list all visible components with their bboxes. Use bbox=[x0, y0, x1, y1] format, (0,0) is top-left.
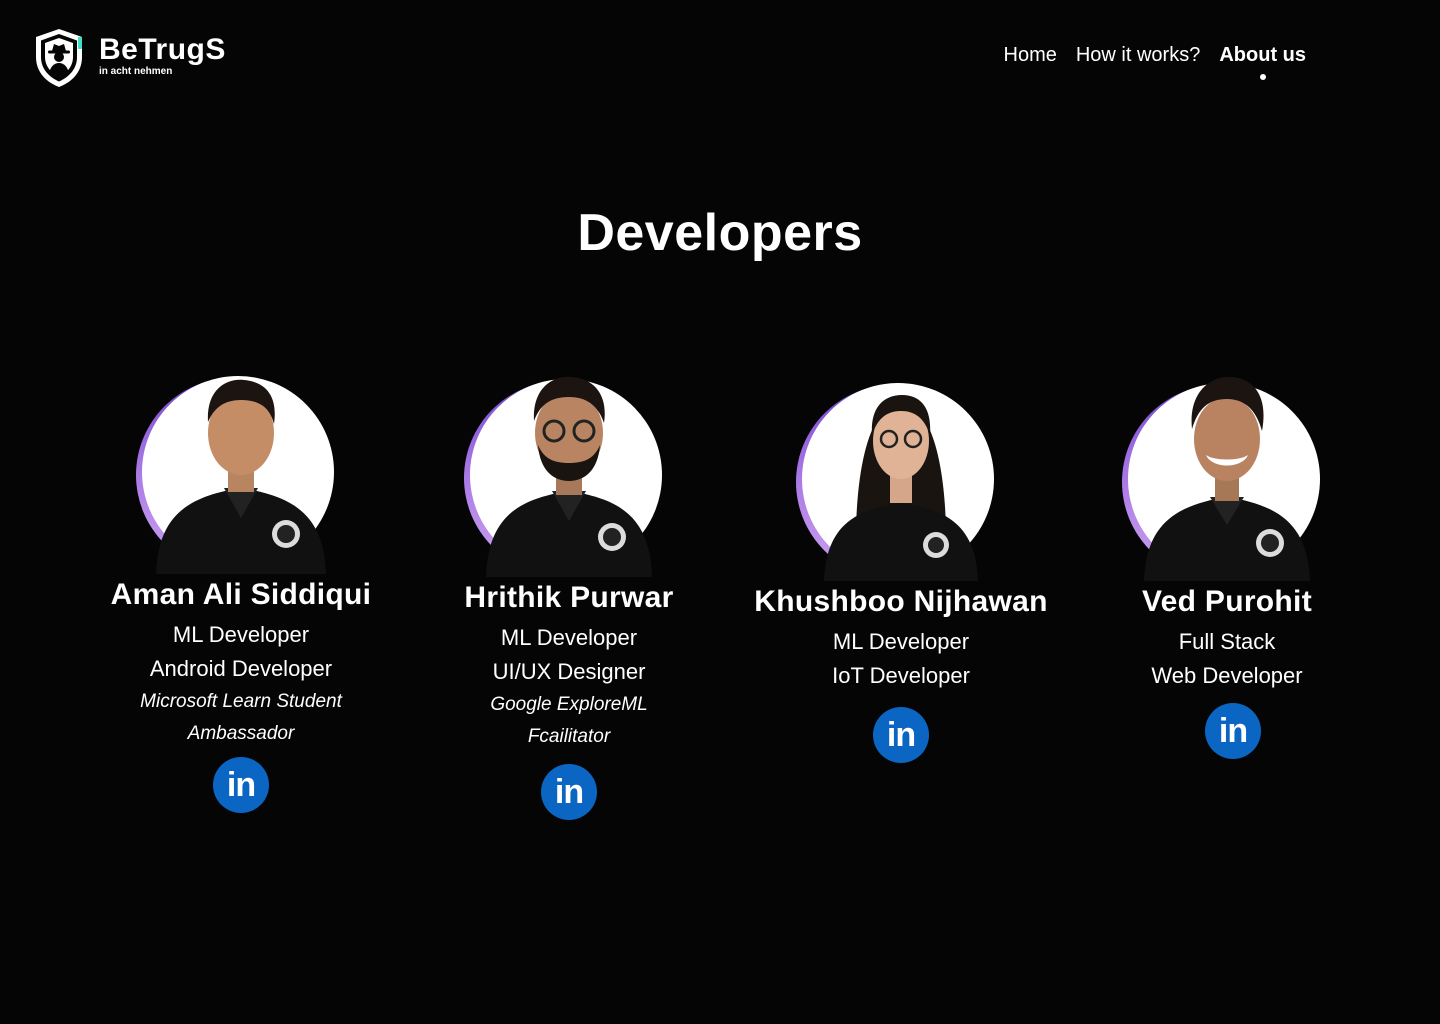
linkedin-icon[interactable]: in bbox=[541, 763, 597, 820]
developer-role: Web Developer bbox=[1151, 663, 1303, 689]
developer-role: UI/UX Designer bbox=[492, 659, 646, 685]
avatar bbox=[464, 363, 674, 577]
nav-how-it-works[interactable]: How it works? bbox=[1076, 44, 1200, 67]
developer-role: Full Stack bbox=[1178, 629, 1276, 654]
developer-role: ML Developer bbox=[172, 622, 310, 647]
avatar bbox=[1122, 367, 1332, 581]
developer-name: Khushboo Nijhawan bbox=[754, 585, 1048, 618]
developer-photo bbox=[156, 379, 326, 574]
developer-photo bbox=[1144, 376, 1310, 581]
avatar bbox=[136, 360, 346, 574]
developer-card: Ved Purohit Full Stack Web Developer in bbox=[1062, 367, 1392, 760]
brand-name: BeTrugS bbox=[99, 33, 226, 66]
developer-card: Khushboo Nijhawan ML Developer IoT Devel… bbox=[736, 367, 1066, 764]
brand-logo[interactable]: BeTrugS in acht nehmen bbox=[32, 27, 226, 89]
linkedin-icon[interactable]: in bbox=[213, 756, 269, 813]
about-page: BeTrugS in acht nehmen Home How it works… bbox=[0, 0, 1440, 1024]
developer-role: ML Developer bbox=[832, 629, 970, 654]
linkedin-icon[interactable]: in bbox=[873, 707, 929, 764]
developer-role: IoT Developer bbox=[832, 663, 970, 689]
nav-home[interactable]: Home bbox=[1004, 44, 1057, 67]
section-title: Developers bbox=[577, 204, 863, 262]
linkedin-icon-label: in bbox=[886, 716, 916, 755]
developer-photo bbox=[824, 395, 978, 581]
developer-achievement: Google ExploreML bbox=[490, 694, 648, 716]
linkedin-icon[interactable]: in bbox=[1205, 703, 1261, 760]
brand-tagline: in acht nehmen bbox=[99, 66, 173, 77]
developer-role: ML Developer bbox=[500, 625, 638, 650]
developer-name: Ved Purohit bbox=[1142, 585, 1312, 618]
developer-card: Hrithik Purwar ML Developer UI/UX Design… bbox=[404, 363, 734, 820]
developer-name: Aman Ali Siddiqui bbox=[110, 578, 372, 611]
developer-name: Hrithik Purwar bbox=[464, 581, 674, 614]
shield-spy-icon bbox=[36, 29, 82, 87]
linkedin-icon-label: in bbox=[554, 772, 584, 811]
nav-about-us[interactable]: About us bbox=[1219, 44, 1306, 80]
developer-card: Aman Ali Siddiqui ML Developer Android D… bbox=[76, 360, 406, 813]
developer-achievement: Fcailitator bbox=[527, 725, 611, 747]
main-nav: Home How it works? About us bbox=[1004, 44, 1306, 80]
developer-achievement: Microsoft Learn Student bbox=[140, 691, 342, 713]
linkedin-icon-label: in bbox=[226, 765, 256, 804]
developer-achievement: Ambassador bbox=[187, 722, 295, 744]
avatar bbox=[796, 367, 1006, 581]
developer-role: Android Developer bbox=[149, 656, 333, 682]
nav-about-us-label: About us bbox=[1219, 44, 1306, 66]
active-indicator-dot bbox=[1259, 74, 1266, 80]
linkedin-icon-label: in bbox=[1218, 712, 1248, 751]
developer-photo bbox=[486, 376, 652, 577]
